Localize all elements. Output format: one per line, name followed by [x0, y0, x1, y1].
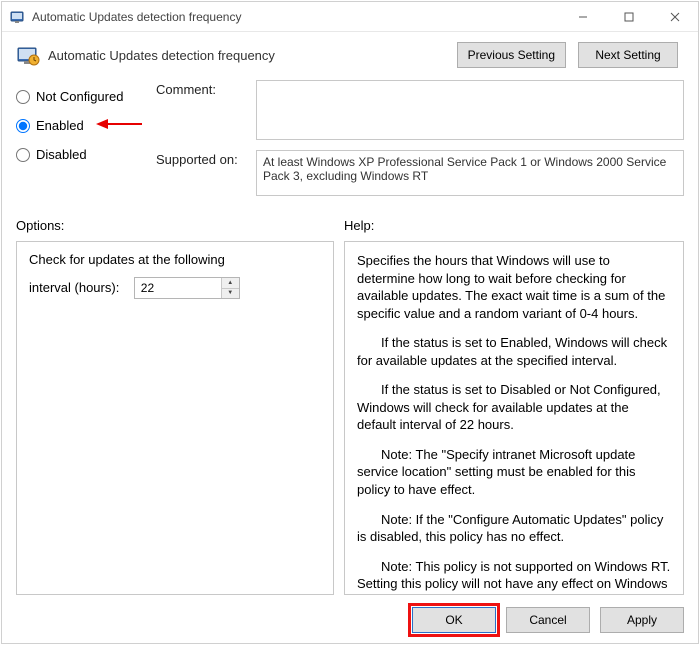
interval-row: interval (hours): ▲ ▼ [29, 277, 321, 299]
supported-label: Supported on: [156, 150, 256, 196]
comment-label: Comment: [156, 80, 256, 140]
titlebar: Automatic Updates detection frequency [2, 2, 698, 32]
help-p4: Note: The "Specify intranet Microsoft up… [357, 446, 671, 499]
radio-not-configured[interactable]: Not Configured [16, 89, 156, 104]
cancel-button[interactable]: Cancel [506, 607, 590, 633]
options-panel: Check for updates at the following inter… [16, 241, 334, 595]
radio-enabled[interactable]: Enabled [16, 118, 156, 133]
nav-buttons: Previous Setting Next Setting [457, 42, 684, 68]
options-section-label: Options: [16, 218, 344, 233]
radio-disabled[interactable]: Disabled [16, 147, 156, 162]
comment-row: Comment: [156, 80, 684, 140]
radio-not-configured-label: Not Configured [36, 89, 123, 104]
help-p3: If the status is set to Disabled or Not … [357, 381, 671, 434]
help-p5: Note: If the "Configure Automatic Update… [357, 511, 671, 546]
close-button[interactable] [652, 2, 698, 31]
comment-textarea[interactable] [256, 80, 684, 140]
header-bar: Automatic Updates detection frequency Pr… [2, 32, 698, 76]
meta-fields: Comment: Supported on: [156, 80, 684, 206]
maximize-button[interactable] [606, 2, 652, 31]
radio-enabled-input[interactable] [16, 119, 30, 133]
minimize-button[interactable] [560, 2, 606, 31]
next-setting-button[interactable]: Next Setting [578, 42, 678, 68]
policy-icon [10, 9, 26, 25]
spinner-buttons: ▲ ▼ [221, 278, 239, 298]
spinner-up-icon[interactable]: ▲ [222, 278, 239, 289]
ok-highlight-annotation: OK [412, 607, 496, 633]
interval-input[interactable] [135, 278, 221, 298]
apply-button[interactable]: Apply [600, 607, 684, 633]
help-p2: If the status is set to Enabled, Windows… [357, 334, 671, 369]
supported-row: Supported on: [156, 150, 684, 196]
options-check-label: Check for updates at the following [29, 252, 321, 267]
window-title: Automatic Updates detection frequency [32, 10, 560, 24]
help-p1: Specifies the hours that Windows will us… [357, 252, 671, 322]
annotation-arrow-icon [96, 118, 144, 133]
radio-disabled-input[interactable] [16, 148, 30, 162]
policy-header-icon [16, 43, 40, 67]
footer-buttons: OK Cancel Apply [2, 595, 698, 643]
radio-not-configured-input[interactable] [16, 90, 30, 104]
header-title: Automatic Updates detection frequency [48, 48, 449, 63]
interval-label: interval (hours): [29, 280, 119, 295]
radio-enabled-label: Enabled [36, 118, 84, 133]
panels: Check for updates at the following inter… [2, 237, 698, 595]
section-labels: Options: Help: [2, 212, 698, 237]
supported-textarea [256, 150, 684, 196]
previous-setting-button[interactable]: Previous Setting [457, 42, 566, 68]
spinner-down-icon[interactable]: ▼ [222, 289, 239, 299]
interval-spinner[interactable]: ▲ ▼ [134, 277, 240, 299]
help-section-label: Help: [344, 218, 374, 233]
gpo-dialog-window: Automatic Updates detection frequency [1, 1, 699, 644]
upper-section: Not Configured Enabled Disabled Comment: [2, 76, 698, 212]
radio-disabled-label: Disabled [36, 147, 87, 162]
help-panel: Specifies the hours that Windows will us… [344, 241, 684, 595]
window-controls [560, 2, 698, 31]
state-radio-group: Not Configured Enabled Disabled [16, 80, 156, 206]
help-p6: Note: This policy is not supported on Wi… [357, 558, 671, 595]
ok-button[interactable]: OK [412, 607, 496, 633]
